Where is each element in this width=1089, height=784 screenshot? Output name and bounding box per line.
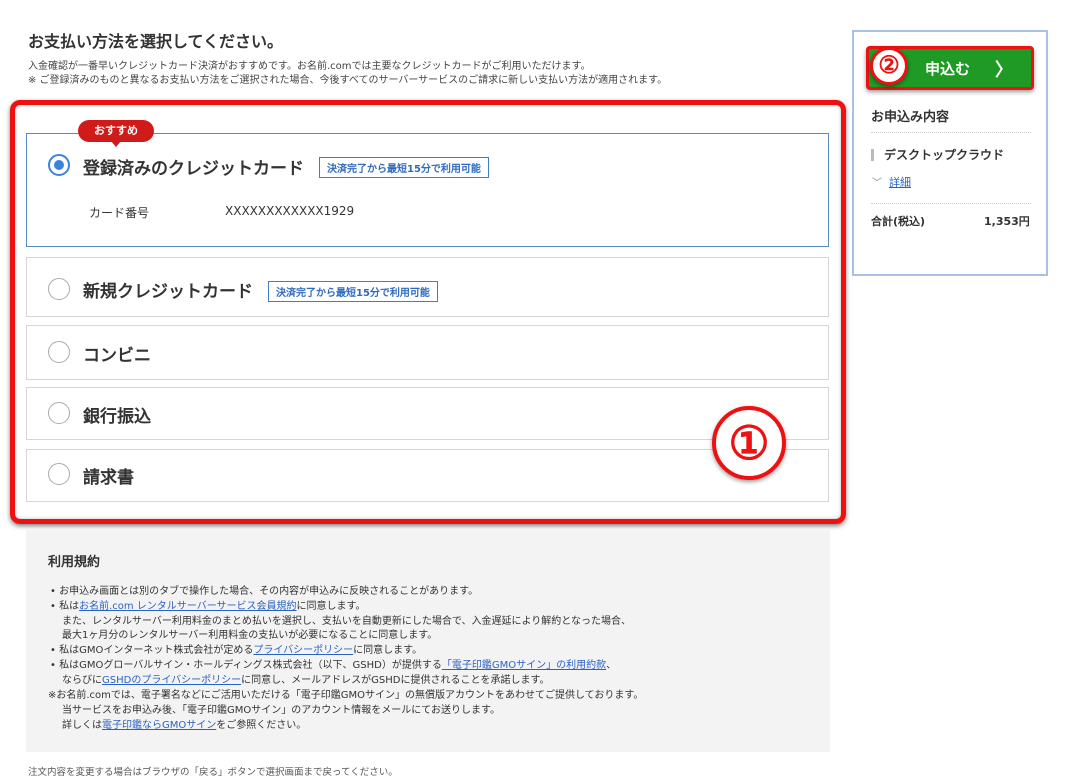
terms-text: 、 [606, 660, 617, 671]
terms-line: 当サービスをお申込み後、「電子印鑑GMOサイン」のアカウント情報をメールにてお送… [62, 705, 500, 716]
annotation-number-2: ② [870, 47, 908, 85]
page-subtitle: 入金確認が一番早いクレジットカード決済がおすすめです。お名前.comでは主要なク… [28, 61, 591, 72]
gshd-privacy-policy-link[interactable]: GSHDのプライバシーポリシー [102, 675, 241, 686]
terms-line: • 私はGMOグローバルサイン・ホールディングス株式会社（以下、GSHD）が提供… [50, 656, 616, 671]
terms-line: また、レンタルサーバー利用料金のまとめ払いを選択し、支払いを自動更新にした場合で… [62, 616, 631, 627]
terms-line: • 私はGMOインターネット株式会社が定めるプライバシーポリシーに同意します。 [50, 641, 422, 656]
terms-text: をご参照ください。 [216, 720, 307, 731]
terms-line: 詳しくは電子印鑑ならGMOサインをご参照ください。 [62, 716, 306, 731]
gmo-sign-link[interactable]: 電子印鑑ならGMOサイン [102, 720, 216, 731]
member-terms-link[interactable]: お名前.com レンタルサーバーサービス会員規約 [79, 601, 296, 612]
terms-text: • 私はGMOグローバルサイン・ホールディングス株式会社（以下、GSHD）が提供… [50, 660, 442, 671]
annotation-number-1: ① [712, 406, 786, 480]
terms-line: • 私はお名前.com レンタルサーバーサービス会員規約に同意します。 [50, 597, 366, 612]
terms-text: に同意します。 [353, 645, 423, 656]
product-marker [871, 149, 874, 161]
terms-line: 最大1ヶ月分のレンタルサーバー利用料金の支払いが必要になることに同意します。 [62, 630, 438, 641]
summary-title: お申込み内容 [871, 110, 950, 125]
terms-line: ※お名前.comでは、電子署名などにご活用いただける「電子印鑑GMOサイン」の無… [48, 690, 644, 701]
terms-text: • 私は [50, 601, 80, 612]
product-name: デスクトップクラウド [884, 148, 1005, 162]
terms-text: に同意します。 [296, 601, 366, 612]
footnote: 注文内容を変更する場合はブラウザの「戻る」ボタンで選択画面まで戻ってください。 [28, 767, 398, 778]
terms-title: 利用規約 [48, 555, 101, 570]
terms-line: • お申込み画面とは別のタブで操作した場合、その内容が申込みに反映されることがあ… [50, 586, 479, 597]
page-title: お支払い方法を選択してください。 [28, 32, 284, 51]
terms-text: • 私はGMOインターネット株式会社が定める [50, 645, 254, 656]
total-label: 合計(税込) [871, 215, 926, 228]
terms-line: ならびにGSHDのプライバシーポリシーに同意し、メールアドレスがGSHDに提供さ… [62, 671, 549, 686]
apply-button-label: 申込む [925, 60, 971, 78]
detail-link[interactable]: 詳細 [889, 174, 911, 190]
chevron-down-icon: ﹀ [872, 178, 882, 189]
divider [871, 132, 1031, 133]
privacy-policy-link[interactable]: プライバシーポリシー [253, 645, 353, 656]
terms-text: ならびに [62, 675, 102, 686]
divider [871, 203, 1031, 204]
chevron-right-icon: 〉 [995, 60, 1013, 81]
terms-text: 詳しくは [62, 720, 102, 731]
total-value: 1,353円 [984, 215, 1030, 228]
terms-text: に同意し、メールアドレスがGSHDに提供されることを承諾します。 [241, 675, 550, 686]
gmo-sign-terms-link[interactable]: 「電子印鑑GMOサイン」の利用約款 [442, 660, 606, 671]
page-notice: ※ ご登録済みのものと異なるお支払い方法をご選択された場合、今後すべてのサーバー… [28, 75, 668, 86]
